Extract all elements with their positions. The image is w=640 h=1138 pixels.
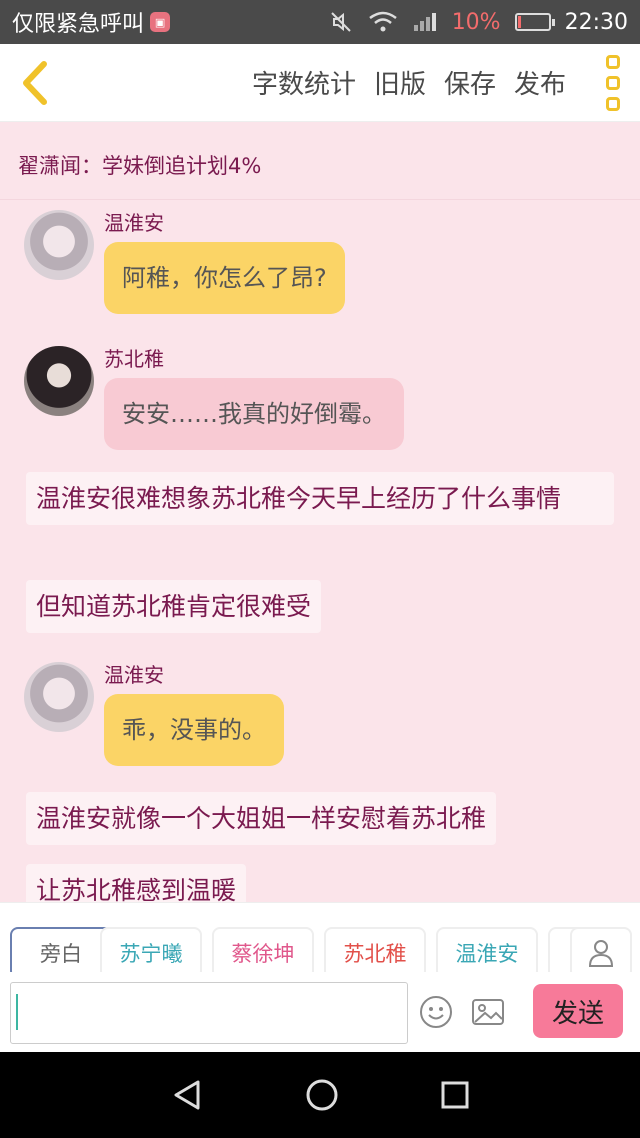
role-selector: 旁白 苏宁曦 蔡徐坤 苏北稚 温淮安 [0, 902, 640, 979]
avatar[interactable] [24, 210, 94, 280]
chevron-left-icon [23, 60, 47, 105]
system-nav-bar [0, 1052, 640, 1138]
battery-icon [514, 13, 555, 31]
message-bubble[interactable]: 安安……我真的好倒霉。 [104, 378, 404, 450]
avatar[interactable] [24, 662, 94, 732]
notification-badge-icon: ▣ [150, 12, 171, 32]
battery-percent: 10% [451, 9, 501, 35]
narration-block[interactable]: 让苏北稚感到温暖 [26, 864, 247, 902]
publish-button[interactable]: 发布 [514, 64, 566, 101]
image-icon [472, 999, 504, 1025]
role-tag-label: 旁白 [40, 942, 82, 966]
chat-message[interactable]: 温淮安 阿稚，你怎么了昂? [24, 210, 345, 314]
narration-block[interactable]: 温淮安就像一个大姐姐一样安慰着苏北稚 [26, 792, 497, 845]
image-button[interactable] [470, 994, 506, 1030]
status-bar: 仅限紧急呼叫 ▣ 10% 22:30 [0, 0, 640, 44]
sender-name: 温淮安 [104, 211, 164, 235]
chat-message[interactable]: 苏北稚 安安……我真的好倒霉。 [24, 346, 404, 450]
role-tag-label: 苏北稚 [343, 942, 407, 966]
role-tag-label: 蔡徐坤 [231, 942, 295, 966]
message-input[interactable] [10, 982, 408, 1044]
text-caret [16, 994, 18, 1030]
sender-name: 温淮安 [104, 663, 164, 687]
nav-home-icon[interactable] [305, 1078, 339, 1112]
word-count-button[interactable]: 字数统计 [252, 64, 356, 101]
top-bar: 字数统计 旧版 保存 发布 [0, 44, 640, 122]
chat-area[interactable]: 翟潇闻：学妹倒追计划4% 温淮安 阿稚，你怎么了昂? 苏北稚 安安……我真的好倒… [0, 122, 640, 902]
mute-icon [330, 12, 351, 32]
nav-back-icon[interactable] [170, 1078, 204, 1112]
smiley-icon [420, 996, 452, 1028]
wifi-icon [368, 11, 397, 32]
narration-block[interactable]: 温淮安很难想象苏北稚今天早上经历了什么事情 [26, 472, 614, 525]
user-icon [588, 940, 614, 967]
role-tag-label: 苏宁曦 [119, 942, 183, 966]
story-title: 翟潇闻：学妹倒追计划4% [0, 122, 640, 200]
clock: 22:30 [564, 9, 628, 35]
emoji-button[interactable] [418, 994, 454, 1030]
more-menu-icon[interactable] [600, 54, 626, 111]
back-button[interactable] [0, 44, 70, 122]
message-bubble[interactable]: 阿稚，你怎么了昂? [104, 242, 345, 314]
avatar[interactable] [24, 346, 94, 416]
narration-block[interactable]: 但知道苏北稚肯定很难受 [26, 580, 322, 633]
role-tag-label: 温淮安 [455, 942, 519, 966]
composer: 发送 [0, 972, 640, 1052]
message-bubble[interactable]: 乖，没事的。 [104, 694, 284, 766]
save-button[interactable]: 保存 [444, 64, 496, 101]
send-button[interactable]: 发送 [533, 984, 623, 1038]
chat-message[interactable]: 温淮安 乖，没事的。 [24, 662, 284, 766]
nav-recents-icon[interactable] [440, 1080, 470, 1110]
carrier-text: 仅限紧急呼叫 [12, 12, 145, 37]
signal-icon [413, 13, 436, 31]
battery-fill [517, 16, 521, 28]
old-version-button[interactable]: 旧版 [374, 64, 426, 101]
sender-name: 苏北稚 [104, 347, 164, 371]
